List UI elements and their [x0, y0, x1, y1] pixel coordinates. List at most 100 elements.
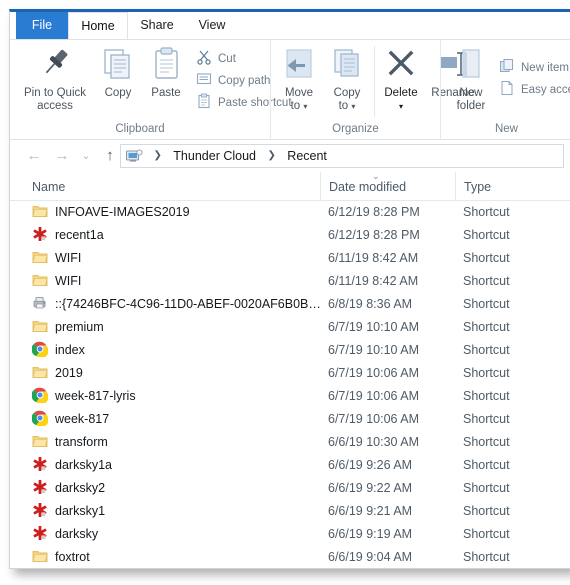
file-name-label: darksky1 [55, 504, 106, 518]
table-row[interactable]: 2019 6/7/19 10:06 AM Shortcut [10, 362, 570, 385]
paste-label: Paste [151, 87, 181, 99]
file-date-cell: 6/6/19 10:30 AM [328, 435, 420, 449]
new-folder-button[interactable]: New folder [445, 44, 497, 113]
file-name-cell[interactable]: foxtrot [32, 546, 322, 568]
file-name-cell[interactable]: darksky2 [32, 477, 322, 500]
breadcrumb-recent[interactable]: Recent [285, 145, 329, 167]
table-row[interactable]: darksky1a 6/6/19 9:26 AM Shortcut [10, 454, 570, 477]
new-item-button[interactable]: New item ▾ [499, 58, 570, 78]
file-type-cell: Shortcut [463, 550, 510, 564]
table-row[interactable]: WIFI 6/11/19 8:42 AM Shortcut [10, 247, 570, 270]
file-name-cell[interactable]: INFOAVE-IMAGES2019 [32, 201, 322, 224]
file-type-cell: Shortcut [463, 205, 510, 219]
easy-access-button[interactable]: Easy access [499, 80, 570, 100]
table-row[interactable]: darksky 6/6/19 9:19 AM Shortcut [10, 523, 570, 546]
back-button[interactable]: ← [24, 146, 44, 166]
file-type-cell: Shortcut [463, 504, 510, 518]
cut-button[interactable]: Cut [196, 49, 236, 69]
file-name-label: recent1a [55, 228, 104, 242]
table-row[interactable]: INFOAVE-IMAGES2019 6/12/19 8:28 PM Shortcu… [10, 201, 570, 224]
table-row[interactable]: week-817-lyris 6/7/19 10:06 AM Shortcut [10, 385, 570, 408]
easy-access-icon [499, 80, 516, 96]
folder-icon [32, 203, 48, 219]
move-to-button[interactable]: Move to ▾ [275, 44, 323, 113]
table-row[interactable]: darksky1 6/6/19 9:21 AM Shortcut [10, 500, 570, 523]
folder-icon [32, 433, 48, 449]
file-type-cell: Shortcut [463, 251, 510, 265]
move-to-label-2: to ▾ [290, 100, 308, 112]
clipboard-group-label: Clipboard [115, 123, 165, 135]
file-name-label: week-817-lyris [55, 389, 136, 403]
copy-label: Copy [104, 87, 132, 99]
file-name-cell[interactable]: darksky [32, 523, 322, 546]
file-date-cell: 6/11/19 8:42 AM [328, 251, 419, 265]
column-header-name[interactable]: Name [24, 172, 320, 200]
asterisk-icon [32, 456, 48, 472]
paste-button[interactable]: Paste [142, 44, 190, 100]
table-row[interactable]: week-817 6/7/19 10:06 AM Shortcut [10, 408, 570, 431]
file-type-cell: Shortcut [463, 527, 510, 541]
tab-view[interactable]: View [186, 12, 238, 39]
forward-button[interactable]: → [52, 146, 72, 166]
file-date-cell: 6/6/19 9:19 AM [328, 527, 413, 541]
copy-to-label-1: Copy [333, 87, 361, 99]
file-type-cell: Shortcut [463, 320, 510, 334]
file-name-cell[interactable]: week-817 [32, 408, 322, 431]
file-name-cell[interactable]: darksky1a [32, 454, 322, 477]
folder-icon [32, 272, 48, 288]
file-type-cell: Shortcut [463, 435, 510, 449]
file-name-cell[interactable]: week-817-lyris [32, 385, 322, 408]
table-row[interactable]: index 6/7/19 10:10 AM Shortcut [10, 339, 570, 362]
delete-button[interactable]: Delete ▾ [377, 44, 425, 113]
tab-share[interactable]: Share [128, 12, 186, 39]
file-name-cell[interactable]: premium [32, 316, 322, 339]
file-name-cell[interactable]: WIFI [32, 270, 322, 293]
column-header-type[interactable]: Type [455, 172, 565, 200]
table-row[interactable]: darksky2 6/6/19 9:22 AM Shortcut [10, 477, 570, 500]
tab-file[interactable]: File [16, 12, 68, 39]
table-row[interactable]: premium 6/7/19 10:10 AM Shortcut [10, 316, 570, 339]
cloud-drive-icon [125, 148, 143, 164]
file-explorer-window: File Home Share View Pin to Quick access… [9, 9, 570, 569]
paste-icon [142, 44, 190, 84]
up-button[interactable]: ↑ [100, 146, 120, 166]
column-header-date-modified-label: Date modified [329, 180, 407, 194]
folder-icon [32, 318, 48, 334]
delete-x-icon [377, 44, 425, 84]
column-header-date-modified[interactable]: ⌄ Date modified [320, 171, 455, 200]
table-row[interactable]: recent1a 6/12/19 8:28 PM Shortcut [10, 224, 570, 247]
table-row[interactable]: WIFI 6/11/19 8:42 AM Shortcut [10, 270, 570, 293]
organize-separator [374, 46, 375, 117]
table-row[interactable]: foxtrot 6/6/19 9:04 AM Shortcut [10, 546, 570, 568]
move-to-icon [275, 44, 323, 84]
address-path-box[interactable]: ❯ Thunder Cloud ❯ Recent [120, 144, 564, 168]
file-name-cell[interactable]: darksky1 [32, 500, 322, 523]
file-date-cell: 6/6/19 9:26 AM [328, 458, 413, 472]
delete-dropdown-arrow[interactable]: ▾ [377, 100, 425, 113]
recent-locations-button[interactable]: ⌄ [76, 146, 96, 166]
file-type-cell: Shortcut [463, 458, 510, 472]
file-name-cell[interactable]: ::{74246BFC-4C96-11D0-ABEF-0020AF6B0B7A} [32, 293, 322, 316]
file-date-cell: 6/7/19 10:06 AM [328, 412, 420, 426]
file-name-cell[interactable]: index [32, 339, 322, 362]
file-name-label: 2019 [55, 366, 83, 380]
copy-button[interactable]: Copy [94, 44, 142, 100]
copy-to-button[interactable]: Copy to ▾ [323, 44, 371, 113]
new-group-label: New [494, 123, 518, 135]
file-date-cell: 6/7/19 10:06 AM [328, 389, 420, 403]
file-name-cell[interactable]: recent1a [32, 224, 322, 247]
pin-to-quick-access-button[interactable]: Pin to Quick access [16, 44, 94, 113]
tab-home[interactable]: Home [68, 12, 128, 39]
column-header-name-label: Name [32, 180, 66, 194]
file-list[interactable]: INFOAVE-IMAGES2019 6/12/19 8:28 PM Shortcu… [10, 201, 570, 568]
file-date-cell: 6/7/19 10:10 AM [328, 343, 420, 357]
file-name-cell[interactable]: WIFI [32, 247, 322, 270]
cut-label: Cut [218, 53, 236, 65]
table-row[interactable]: ::{74246BFC-4C96-11D0-ABEF-0020AF6B0B7A}… [10, 293, 570, 316]
copy-path-button[interactable]: Copy path [196, 71, 270, 91]
file-name-cell[interactable]: transform [32, 431, 322, 454]
breadcrumb-thunder-cloud[interactable]: Thunder Cloud [171, 145, 258, 167]
file-name-cell[interactable]: 2019 [32, 362, 322, 385]
address-bar: ← → ⌄ ↑ ❯ Thunder Cloud ❯ Recent [10, 140, 570, 172]
table-row[interactable]: transform 6/6/19 10:30 AM Shortcut [10, 431, 570, 454]
